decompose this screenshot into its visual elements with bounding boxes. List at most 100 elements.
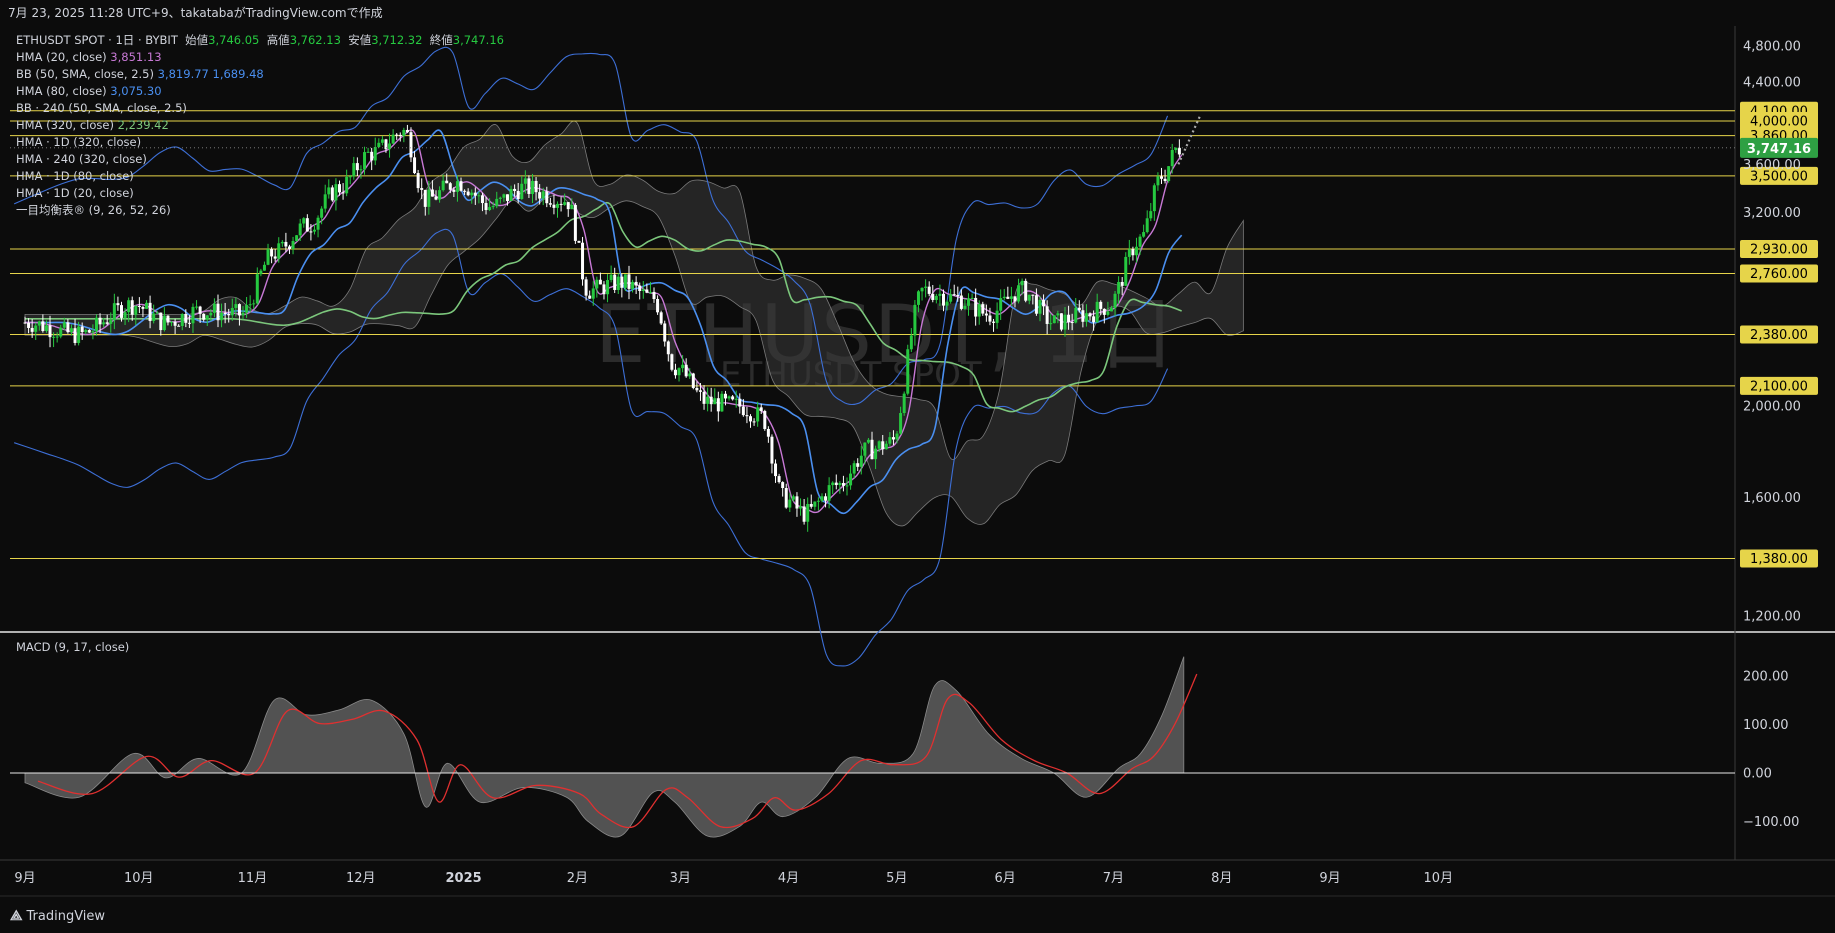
bb240-label: BB · 240 (50, SMA, close, 2.5) bbox=[16, 101, 187, 115]
candle-body bbox=[931, 293, 935, 300]
candle-body bbox=[813, 501, 817, 507]
candle-body bbox=[884, 443, 888, 450]
candle-body bbox=[1059, 313, 1063, 330]
candle-body bbox=[852, 463, 856, 474]
legend-hma240[interactable]: HMA · 240 (320, close) bbox=[16, 151, 504, 168]
candle-body bbox=[259, 270, 263, 275]
price-tick-label: 3,600.00 bbox=[1743, 158, 1801, 173]
candle-body bbox=[1067, 314, 1071, 323]
candle-body bbox=[209, 312, 213, 316]
candle-body bbox=[1099, 301, 1103, 309]
candle-body bbox=[66, 322, 70, 333]
candle-body bbox=[763, 410, 767, 429]
legend-hma20[interactable]: HMA (20, close) 3,851.13 bbox=[16, 49, 504, 66]
macd-tick-label: 100.00 bbox=[1743, 718, 1789, 733]
candle-body bbox=[666, 341, 670, 355]
candle-body bbox=[55, 336, 59, 338]
candle-body bbox=[959, 295, 963, 309]
time-tick-label: 10月 bbox=[124, 871, 154, 886]
candle-body bbox=[284, 241, 288, 247]
candle-body bbox=[87, 330, 91, 333]
candle-body bbox=[223, 312, 227, 315]
legend-hma1d80[interactable]: HMA · 1D (80, close) bbox=[16, 168, 504, 185]
candle-body bbox=[205, 315, 209, 320]
candle-body bbox=[641, 289, 645, 291]
price-tick-label: 4,800.00 bbox=[1743, 40, 1801, 55]
candle-body bbox=[566, 202, 570, 210]
candle-body bbox=[731, 396, 735, 400]
candle-body bbox=[287, 246, 291, 249]
legend-hma80[interactable]: HMA (80, close) 3,075.30 bbox=[16, 83, 504, 100]
candle-body bbox=[1052, 315, 1056, 324]
candle-body bbox=[187, 322, 191, 324]
legend-bb240[interactable]: BB · 240 (50, SMA, close, 2.5) bbox=[16, 100, 504, 117]
candle-body bbox=[102, 322, 106, 325]
candle-body bbox=[913, 304, 917, 336]
candle-body bbox=[27, 322, 31, 328]
candle-body bbox=[184, 314, 188, 323]
hma320-value: 2,239.42 bbox=[117, 118, 169, 132]
candle-body bbox=[899, 413, 903, 434]
candle-body bbox=[252, 303, 256, 305]
candle-body bbox=[173, 321, 177, 326]
candle-body bbox=[938, 293, 942, 296]
price-tick-label: 3,200.00 bbox=[1743, 206, 1801, 221]
candle-body bbox=[509, 188, 513, 201]
candle-body bbox=[1127, 249, 1131, 257]
candle-body bbox=[30, 327, 34, 332]
candle-body bbox=[623, 274, 627, 288]
candle-body bbox=[52, 336, 56, 338]
bb-upper-value: 3,819.77 bbox=[157, 67, 209, 81]
candle-body bbox=[663, 323, 667, 342]
legend-hma1d320[interactable]: HMA · 1D (320, close) bbox=[16, 134, 504, 151]
candle-body bbox=[770, 436, 774, 464]
candle-body bbox=[309, 231, 313, 233]
candle-body bbox=[80, 326, 84, 333]
candle-body bbox=[988, 315, 992, 322]
candle-body bbox=[670, 354, 674, 370]
candle-body bbox=[723, 393, 727, 399]
candle-body bbox=[241, 312, 245, 316]
candle-body bbox=[237, 304, 241, 316]
candle-body bbox=[631, 281, 635, 289]
candle-body bbox=[977, 304, 981, 317]
level-label-1380: 1,380.00 bbox=[1750, 552, 1808, 567]
candle-body bbox=[44, 325, 48, 332]
legend-bb[interactable]: BB (50, SMA, close, 2.5) 3,819.77 1,689.… bbox=[16, 66, 504, 83]
hma80-value: 3,075.30 bbox=[110, 84, 162, 98]
candle-body bbox=[1109, 308, 1113, 312]
candle-body bbox=[738, 398, 742, 407]
legend-hma1d20[interactable]: HMA · 1D (20, close) bbox=[16, 185, 504, 202]
candle-body bbox=[1170, 149, 1174, 167]
macd-legend[interactable]: MACD (9, 17, close) bbox=[16, 640, 129, 654]
candle-body bbox=[1038, 299, 1042, 314]
candle-body bbox=[62, 322, 66, 328]
brand-label: TradingView bbox=[26, 908, 106, 924]
candle-body bbox=[180, 314, 184, 327]
legend-ichimoku[interactable]: 一目均衡表® (9, 26, 52, 26) bbox=[16, 202, 504, 219]
candle-body bbox=[130, 300, 134, 315]
candle-body bbox=[881, 441, 885, 450]
candle-body bbox=[648, 291, 652, 293]
candle-body bbox=[824, 496, 828, 501]
candle-body bbox=[981, 304, 985, 314]
candle-body bbox=[609, 274, 613, 281]
legend-hma320[interactable]: HMA (320, close) 2,239.42 bbox=[16, 117, 504, 134]
candle-body bbox=[516, 190, 520, 199]
candle-body bbox=[581, 242, 585, 280]
candle-body bbox=[766, 428, 770, 437]
candle-body bbox=[1042, 299, 1046, 307]
candle-body bbox=[584, 279, 588, 296]
candle-body bbox=[248, 304, 252, 306]
candle-body bbox=[1024, 280, 1028, 301]
candle-body bbox=[1167, 166, 1171, 181]
candle-body bbox=[806, 504, 810, 522]
candle-body bbox=[841, 483, 845, 486]
candle-body bbox=[856, 463, 860, 467]
candle-body bbox=[702, 391, 706, 404]
candle-body bbox=[123, 312, 127, 318]
time-tick-label: 2月 bbox=[567, 871, 588, 886]
candle-body bbox=[927, 286, 931, 294]
candle-body bbox=[698, 390, 702, 392]
time-tick-label: 8月 bbox=[1211, 871, 1232, 886]
